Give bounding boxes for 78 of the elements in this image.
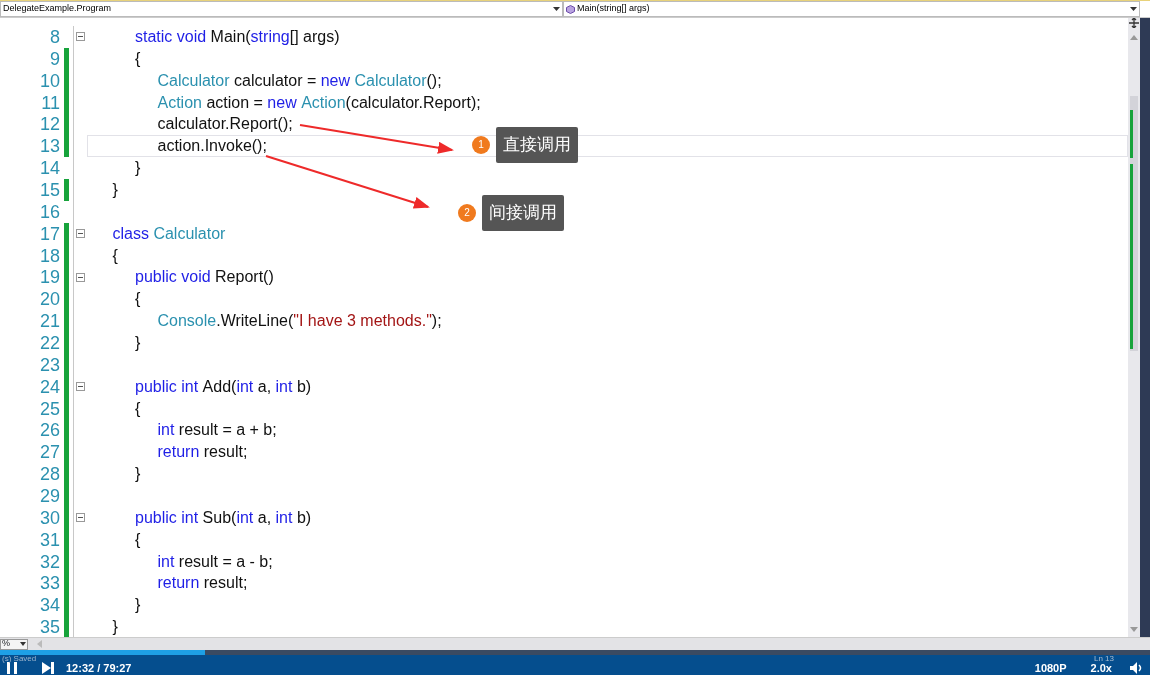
collapse-icon[interactable] bbox=[76, 513, 85, 523]
status-text: (s) Saved bbox=[2, 655, 37, 663]
line-number: 28 bbox=[38, 465, 61, 484]
line-number: 31 bbox=[38, 530, 61, 549]
collapse-icon[interactable] bbox=[76, 382, 85, 392]
line-number: 13 bbox=[38, 137, 61, 156]
code-line: { bbox=[134, 289, 142, 310]
line-number: 19 bbox=[38, 268, 61, 287]
code-line: static void Main(string[] args) bbox=[134, 26, 341, 47]
line-number: 29 bbox=[38, 486, 61, 505]
callout-label: 直接调用 bbox=[496, 127, 578, 163]
type-dropdown[interactable]: DelegateExample.Program bbox=[0, 1, 563, 17]
code-line: } bbox=[111, 617, 119, 637]
code-line: } bbox=[134, 595, 142, 616]
code-line: public int Add(int a, int b) bbox=[134, 376, 313, 397]
callout-label: 间接调用 bbox=[482, 195, 564, 231]
collapse-icon[interactable] bbox=[76, 229, 85, 239]
code-line: int result = a - b; bbox=[156, 551, 274, 572]
line-number: 30 bbox=[38, 508, 61, 527]
line-number: 14 bbox=[38, 159, 61, 178]
line-number: 12 bbox=[38, 115, 61, 134]
line-number: 10 bbox=[38, 71, 61, 90]
code-line: public int Sub(int a, int b) bbox=[134, 507, 313, 528]
line-number: 17 bbox=[38, 224, 61, 243]
line-number: 24 bbox=[38, 377, 61, 396]
code-line: Calculator calculator = new Calculator(); bbox=[156, 70, 443, 91]
code-line: public void Report() bbox=[134, 267, 275, 288]
collapse-icon[interactable] bbox=[76, 272, 85, 282]
code-line: return result; bbox=[156, 573, 249, 594]
line-number: 9 bbox=[49, 49, 61, 68]
split-icon[interactable] bbox=[1129, 18, 1139, 28]
code-line: class Calculator bbox=[111, 223, 227, 244]
line-number: 32 bbox=[38, 552, 61, 571]
vertical-scrollbar[interactable] bbox=[1128, 18, 1140, 637]
dropdown-arrow-icon bbox=[1130, 7, 1137, 11]
code-line: { bbox=[134, 529, 142, 550]
line-number: 27 bbox=[38, 443, 61, 462]
code-line: } bbox=[134, 332, 142, 353]
line-number: 23 bbox=[38, 355, 61, 374]
member-dropdown[interactable]: Main(string[] args) bbox=[563, 1, 1140, 17]
dropdown-arrow-icon bbox=[553, 7, 560, 11]
code-line: { bbox=[134, 48, 142, 69]
dropdown-arrow-icon bbox=[20, 642, 26, 646]
collapse-icon[interactable] bbox=[76, 32, 85, 42]
code-line: } bbox=[134, 158, 142, 179]
playback-time: 12:32 / 79:27 bbox=[66, 660, 132, 675]
line-number: 26 bbox=[38, 421, 61, 440]
line-number: 21 bbox=[38, 312, 61, 331]
cursor-position: Ln 13 bbox=[1094, 655, 1115, 663]
method-icon bbox=[566, 4, 575, 14]
next-icon[interactable] bbox=[42, 662, 54, 674]
line-number: 22 bbox=[38, 333, 61, 352]
line-number: 34 bbox=[38, 596, 61, 615]
line-number: 18 bbox=[38, 246, 61, 265]
line-number: 20 bbox=[38, 290, 61, 309]
line-number: 11 bbox=[40, 93, 61, 112]
code-line: Console.WriteLine("I have 3 methods."); bbox=[156, 311, 443, 332]
volume-icon[interactable] bbox=[1130, 662, 1144, 674]
line-number: 25 bbox=[38, 399, 61, 418]
code-line: { bbox=[134, 398, 142, 419]
step-number: 2 bbox=[458, 203, 476, 222]
line-number: 16 bbox=[38, 202, 61, 221]
code-line: } bbox=[134, 464, 142, 485]
code-line: int result = a + b; bbox=[156, 420, 278, 441]
code-line: Action action = new Action(calculator.Report); bbox=[156, 92, 482, 113]
code-line: { bbox=[111, 245, 119, 266]
pause-icon[interactable] bbox=[6, 662, 18, 674]
quality-button[interactable]: 1080P bbox=[1034, 659, 1067, 675]
line-number: 15 bbox=[38, 180, 61, 199]
zoom-dropdown[interactable]: % bbox=[0, 638, 28, 650]
video-progress-bar[interactable] bbox=[0, 650, 1150, 655]
line-number: 8 bbox=[49, 27, 61, 46]
code-line: return result; bbox=[156, 442, 249, 463]
scroll-thumb[interactable] bbox=[1130, 96, 1138, 351]
line-number: 35 bbox=[38, 618, 61, 637]
code-line: } bbox=[111, 179, 119, 200]
code-line: calculator.Report(); bbox=[156, 114, 294, 135]
line-number: 33 bbox=[38, 574, 61, 593]
